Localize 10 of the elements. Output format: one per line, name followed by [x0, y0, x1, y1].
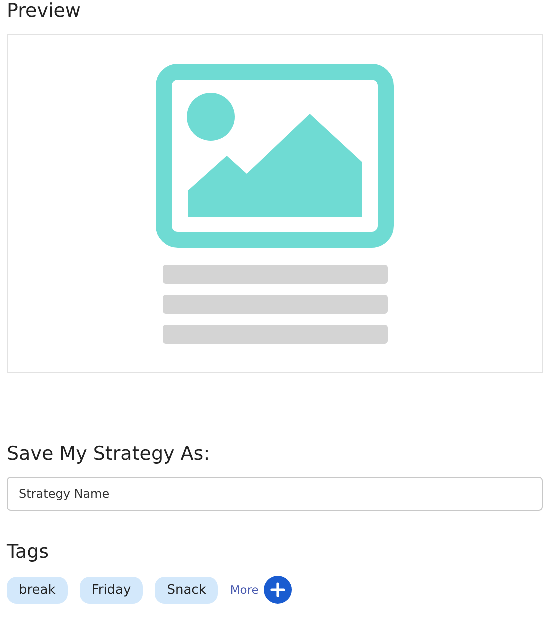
section-title: Preview	[7, 0, 82, 22]
field-label: Save My Strategy As:	[7, 443, 212, 465]
image-placeholder-icon	[156, 64, 394, 248]
tag-chip[interactable]: Friday	[80, 576, 144, 604]
strategy-name-field[interactable]: Strategy Name	[7, 477, 543, 511]
section-title: Tags	[7, 541, 50, 563]
tag-chip[interactable]: Snack	[155, 576, 218, 604]
plus-icon[interactable]	[264, 576, 292, 604]
tag-chip[interactable]: break	[7, 576, 68, 604]
more-button[interactable]: More	[230, 576, 292, 604]
